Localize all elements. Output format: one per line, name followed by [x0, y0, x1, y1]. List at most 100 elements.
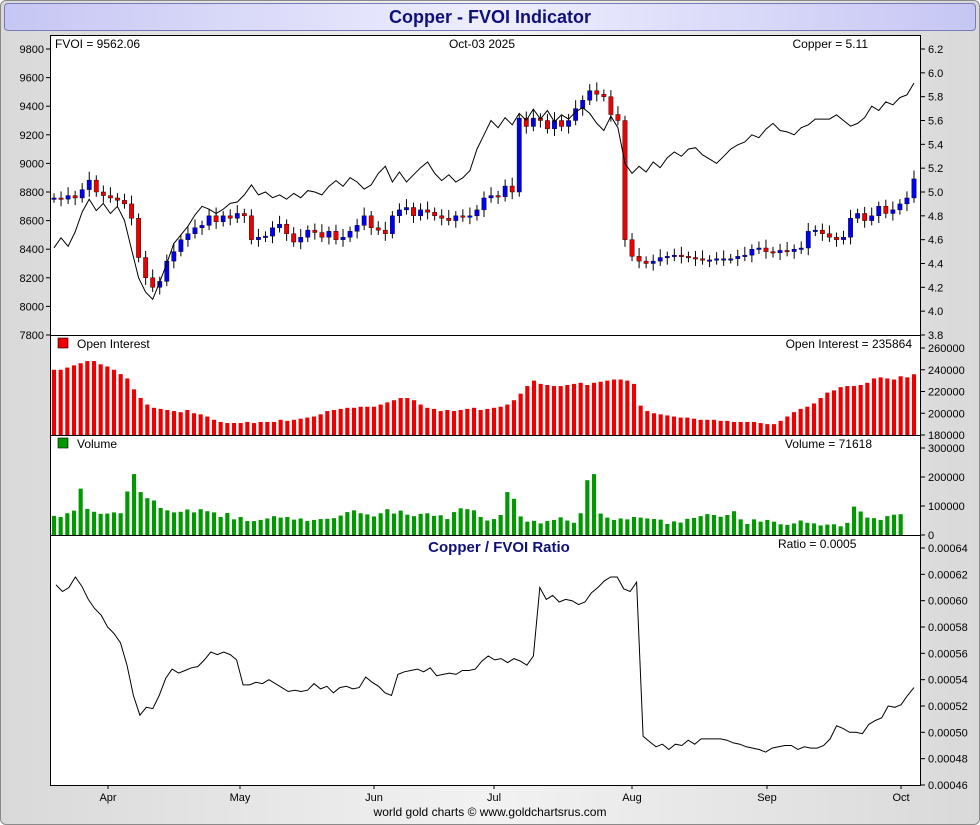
volume-bar	[285, 517, 290, 535]
open-interest-bar	[631, 383, 637, 435]
candle-body	[502, 185, 508, 197]
ratio-axis-tick-label: 0.00060	[928, 596, 968, 608]
volume-bar	[578, 513, 583, 535]
open-interest-bar	[671, 416, 677, 435]
open-interest-bar	[51, 369, 57, 435]
volume-bar	[665, 523, 670, 535]
candle-body	[678, 254, 684, 257]
copper-price-label: Copper = 5.11	[793, 37, 869, 51]
open-interest-bar	[771, 424, 777, 435]
candle-body	[72, 195, 78, 199]
open-interest-bar	[191, 413, 197, 435]
candle-body	[545, 120, 550, 130]
volume-bar	[491, 519, 497, 535]
copper-axis-tick-label: 4.6	[928, 235, 943, 247]
volume-bar	[451, 512, 457, 535]
chart-canvas: 7800 8000 8200 8400 8600 8800 9000 9200 9400 9600…	[20, 35, 968, 804]
fvoi-axis-tick-label: 8600	[20, 216, 44, 228]
copper-axis-tick-label: 4.0	[928, 306, 943, 318]
candle-body	[721, 258, 727, 261]
candle-body	[298, 237, 304, 243]
ratio-axis-tick-label: 0.00046	[928, 780, 968, 792]
volume-bar	[485, 520, 490, 535]
volume-bar	[331, 518, 337, 535]
candle-body	[742, 254, 748, 257]
open-interest-value-label: Open Interest = 235864	[786, 337, 913, 351]
volume-bar	[498, 514, 503, 535]
volume-bar	[618, 518, 623, 535]
month-axis-label: Apr	[99, 792, 116, 804]
month-axis-label: Oct	[892, 792, 909, 804]
open-interest-bar	[178, 412, 183, 435]
candle-body	[467, 215, 473, 218]
volume-bar	[178, 511, 183, 535]
fvoi-axis-tick-label: 8000	[20, 301, 44, 313]
open-interest-bar	[578, 382, 583, 435]
volume-bar	[545, 521, 550, 535]
open-interest-bar	[131, 389, 137, 435]
fvoi-axis-tick-label: 9200	[20, 130, 44, 142]
volume-bar	[525, 521, 530, 535]
volume-bar	[311, 519, 317, 535]
candle-body	[911, 178, 917, 199]
volume-bar	[871, 518, 877, 535]
volume-bar	[445, 519, 450, 535]
volume-bar	[605, 517, 610, 535]
open-interest-bar	[611, 379, 617, 435]
candle-body	[368, 215, 374, 228]
volume-bar	[765, 519, 770, 535]
volume-value-label: Volume = 71618	[785, 437, 872, 451]
open-interest-bar	[91, 361, 97, 435]
open-interest-bar	[738, 421, 743, 435]
candle-body	[453, 215, 459, 221]
copper-axis-tick-label: 6.2	[928, 44, 943, 56]
candle-body	[291, 233, 297, 243]
volume-bar	[511, 498, 517, 535]
candle-body	[601, 94, 607, 97]
volume-bar	[878, 519, 883, 535]
candle-body	[798, 247, 804, 250]
candle-body	[904, 197, 910, 205]
open-interest-bar	[465, 408, 470, 435]
candle-body	[777, 250, 783, 253]
volume-bar	[238, 517, 243, 535]
candle-body	[559, 120, 564, 127]
volume-bar	[411, 516, 417, 535]
open-interest-bar	[451, 411, 457, 435]
volume-bar	[505, 492, 510, 535]
volume-bar	[185, 509, 190, 535]
candle-body	[129, 203, 134, 219]
candle-body	[446, 218, 452, 221]
volume-bar	[365, 514, 370, 535]
volume-bar	[111, 512, 117, 535]
ratio-axis-tick-label: 0.00048	[928, 754, 968, 766]
ratio-axis-tick-label: 0.00050	[928, 727, 968, 739]
open-interest-bar	[411, 400, 417, 435]
copper-axis-tick-label: 5.0	[928, 187, 943, 199]
candle-body	[460, 215, 466, 218]
fvoi-axis-tick-label: 8800	[20, 187, 44, 199]
open-interest-axis-tick-label: 240000	[928, 365, 965, 377]
volume-bar	[225, 512, 230, 535]
volume-bar	[125, 491, 130, 535]
copper-axis-tick-label: 4.8	[928, 211, 943, 223]
volume-bar	[218, 517, 223, 535]
volume-bar	[71, 510, 77, 535]
open-interest-bar	[58, 369, 63, 435]
volume-bar	[471, 510, 477, 535]
open-interest-bar	[731, 421, 737, 435]
volume-bar	[98, 513, 103, 535]
open-interest-bar	[851, 386, 857, 435]
volume-bar	[191, 512, 197, 535]
volume-bar	[438, 515, 443, 535]
date-label: Oct-03 2025	[449, 37, 515, 51]
volume-bar	[165, 510, 170, 535]
candle-body	[573, 108, 579, 121]
open-interest-bar	[818, 398, 823, 435]
open-interest-bar	[711, 419, 717, 435]
candle-body	[530, 117, 536, 127]
candle-body	[770, 251, 776, 254]
ratio-panel-title: Copper / FVOI Ratio	[428, 539, 570, 556]
volume-bar	[698, 516, 703, 535]
candle-body	[439, 215, 445, 219]
